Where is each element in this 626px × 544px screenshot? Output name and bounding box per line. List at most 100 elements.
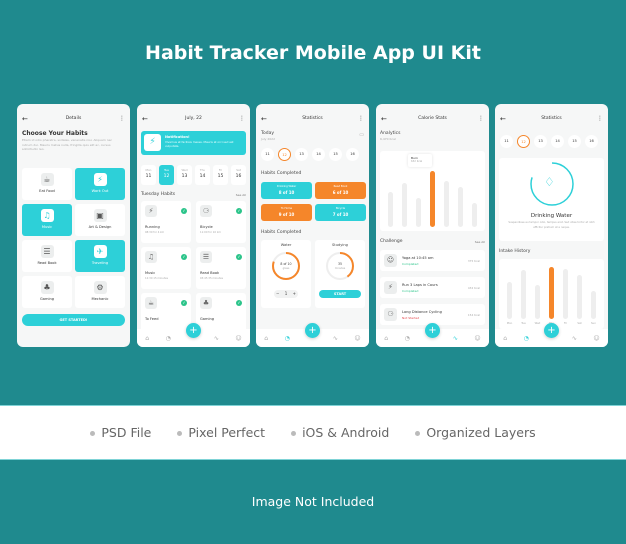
activity-icon[interactable]: ∿ — [333, 335, 338, 342]
habit-card[interactable]: ⚆ ✓ Bicycle 11:00 for 10 km — [196, 201, 246, 243]
decrement-button[interactable]: − — [276, 290, 279, 298]
more-icon[interactable]: ⋮ — [597, 115, 603, 122]
back-icon[interactable]: ← — [142, 115, 148, 123]
yoga-icon: ☺ — [384, 254, 397, 267]
habit-card[interactable]: ♫ ✓ Music 12:30 15 minutes — [141, 247, 191, 289]
user-icon[interactable]: ☺ — [474, 335, 480, 342]
user-icon[interactable]: ☺ — [235, 335, 241, 342]
day-tab[interactable]: Thu 14 — [195, 165, 210, 185]
day-label: Tue — [521, 322, 526, 325]
habit-label: Gaming — [39, 297, 55, 301]
details-screen: ← Details ⋮ Choose Your Habits Etiam id od… — [17, 104, 130, 347]
add-button[interactable]: + — [425, 323, 440, 338]
get-started-button[interactable]: GET STARTED! — [22, 314, 125, 326]
day-tab[interactable]: Tue 12 — [159, 165, 174, 185]
bicycle-icon: ⚆ — [200, 205, 212, 217]
habit-detail: 03:45 35 minutes — [200, 277, 223, 280]
home-icon[interactable]: ⌂ — [264, 335, 268, 342]
studying-unit: minutes — [334, 267, 346, 270]
more-icon[interactable]: ⋮ — [478, 115, 484, 122]
day-circle[interactable]: 11 — [261, 148, 274, 161]
clock-icon[interactable]: ◔ — [166, 335, 171, 342]
habit-card[interactable]: ⚡ ✓ Running 08:30 for 4 km — [141, 201, 191, 243]
section-title: Habits Completed — [261, 230, 302, 235]
back-icon[interactable]: ← — [22, 115, 28, 123]
habit-tile[interactable]: ✈ Traveling — [75, 240, 125, 272]
stat-name: To Home — [280, 207, 293, 210]
habit-tile[interactable]: ⚙ Mechanic — [75, 276, 125, 308]
day-circle[interactable]: 15 — [568, 135, 581, 148]
more-icon[interactable]: ⋮ — [239, 115, 245, 122]
habit-stat-card[interactable]: Drinking Water 8 of 10 — [261, 182, 312, 199]
habit-stat-card[interactable]: To Home 9 of 10 — [261, 204, 312, 221]
more-icon[interactable]: ⋮ — [119, 115, 125, 122]
clock-icon[interactable]: ◔ — [285, 335, 290, 342]
day-label: Sun — [591, 322, 596, 325]
habit-tile[interactable]: ☰ Read Book — [22, 240, 72, 272]
activity-icon[interactable]: ∿ — [453, 335, 458, 342]
habit-tile[interactable]: ♣ Gaming — [22, 276, 72, 308]
challenge-kcal: 432 Kcal — [467, 286, 480, 290]
increment-button[interactable]: + — [293, 290, 296, 298]
see-all-link[interactable]: See All — [475, 240, 485, 244]
footer-note: Image Not Included — [251, 494, 375, 509]
day-circle[interactable]: 12 — [517, 135, 530, 148]
habit-tile[interactable]: ☕ Eat Food — [22, 168, 72, 200]
back-icon[interactable]: ← — [261, 115, 267, 123]
feature-item: Organized Layers — [415, 425, 535, 440]
user-icon[interactable]: ☺ — [354, 335, 360, 342]
habit-stat-card[interactable]: Read Book 6 of 10 — [315, 182, 366, 199]
day-circle[interactable]: 13 — [295, 148, 308, 161]
calendar-icon[interactable]: ▭ — [359, 132, 364, 138]
habit-card[interactable]: ☰ ✓ Read Book 03:45 35 minutes — [196, 247, 246, 289]
art-icon: ▣ — [93, 209, 107, 222]
day-circle[interactable]: 16 — [346, 148, 359, 161]
challenge-item[interactable]: ⚡ Run 3 Laps in Cours Completed 432 Kcal — [380, 277, 485, 298]
day-circle[interactable]: 11 — [500, 135, 513, 148]
habit-stat-card[interactable]: Bicycle 7 of 10 — [315, 204, 366, 221]
user-icon[interactable]: ☺ — [593, 335, 599, 342]
notification-card[interactable]: ⚡ Notification! Vivamus et facilisis mas… — [141, 131, 246, 155]
activity-icon[interactable]: ∿ — [214, 335, 219, 342]
day-number: 14 — [199, 174, 206, 179]
activity-icon[interactable]: ∿ — [572, 335, 577, 342]
home-icon[interactable]: ⌂ — [503, 335, 507, 342]
day-circle[interactable]: 13 — [534, 135, 547, 148]
habit-tile[interactable]: ♫ Music — [22, 204, 72, 236]
date-label: July 2022 — [261, 137, 275, 141]
more-icon[interactable]: ⋮ — [358, 115, 364, 122]
day-circle[interactable]: 16 — [585, 135, 598, 148]
day-circle[interactable]: 14 — [312, 148, 325, 161]
book-icon: ☰ — [40, 245, 54, 258]
day-tab[interactable]: Sat 16 — [231, 165, 246, 185]
home-icon[interactable]: ⌂ — [145, 335, 149, 342]
habit-tile[interactable]: ⚡ Work Out — [75, 168, 125, 200]
day-circle[interactable]: 12 — [278, 148, 291, 161]
challenge-item[interactable]: ☺ Yoga at 10:45 am Completed 375 Kcal — [380, 250, 485, 271]
day-tab[interactable]: Mon 11 — [141, 165, 156, 185]
food-icon: ☕ — [145, 297, 157, 309]
see-all-link[interactable]: See All — [236, 193, 246, 197]
back-icon[interactable]: ← — [381, 115, 387, 123]
challenge-item[interactable]: ⚆ Long Distance Cycling Not Started 154 Kca… — [380, 304, 485, 325]
clock-icon[interactable]: ◔ — [405, 335, 410, 342]
back-icon[interactable]: ← — [500, 115, 506, 123]
stat-name: Bicycle — [335, 207, 346, 210]
add-button[interactable]: + — [544, 323, 559, 338]
home-icon[interactable]: ⌂ — [384, 335, 388, 342]
stat-value: 9 of 10 — [278, 212, 295, 217]
day-tab[interactable]: Fri 15 — [213, 165, 228, 185]
habit-detail: 11:00 for 10 km — [200, 231, 221, 234]
day-circle[interactable]: 15 — [329, 148, 342, 161]
habit-label: Art & Design — [88, 225, 112, 229]
add-button[interactable]: + — [305, 323, 320, 338]
description: Etiam id odio pharetra, sodales, venenat… — [22, 138, 113, 151]
habit-tile[interactable]: ▣ Art & Design — [75, 204, 125, 236]
day-circle[interactable]: 14 — [551, 135, 564, 148]
day-tab[interactable]: Wed 13 — [177, 165, 192, 185]
habit-label: Work Out — [91, 189, 109, 193]
clock-icon[interactable]: ◔ — [524, 335, 529, 342]
start-button[interactable]: START — [319, 290, 361, 298]
add-button[interactable]: + — [186, 323, 201, 338]
day-name: Wed — [181, 168, 188, 172]
